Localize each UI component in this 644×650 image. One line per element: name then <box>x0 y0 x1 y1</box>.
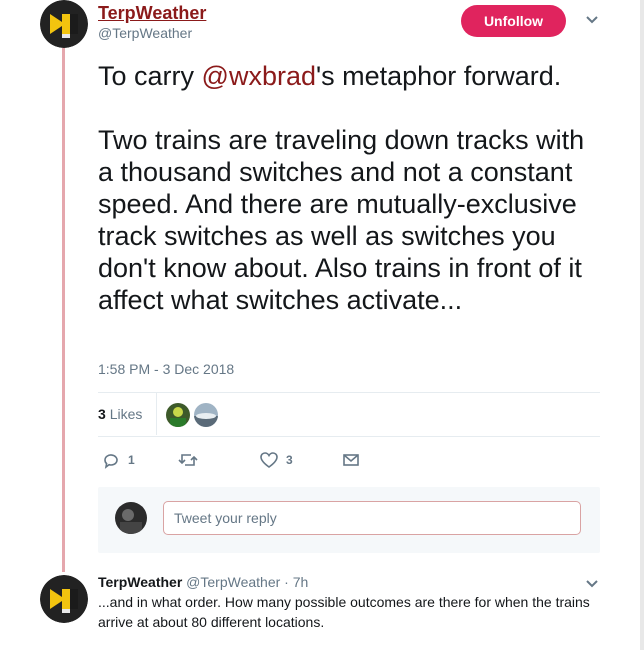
retweet-action[interactable] <box>178 451 206 469</box>
tweet-actions: 1 3 <box>98 451 398 475</box>
chevron-down-icon[interactable] <box>585 578 599 592</box>
terpweather-logo-icon <box>40 575 88 623</box>
divider <box>98 392 600 393</box>
liker-avatar[interactable] <box>194 403 218 427</box>
divider <box>98 436 600 437</box>
terpweather-logo-icon <box>40 0 88 48</box>
direct-message-action[interactable] <box>342 451 360 469</box>
likes-count: 3 <box>98 406 106 422</box>
likes-label: Likes <box>109 406 143 422</box>
tweet-text: To carry @wxbrad's metaphor forward. Two… <box>98 60 598 316</box>
author-name[interactable]: TerpWeather <box>98 3 206 24</box>
like-count: 3 <box>286 453 293 467</box>
retweet-icon <box>178 454 198 466</box>
reply-count: 1 <box>128 453 135 467</box>
tweet-text-before: To carry <box>98 61 202 91</box>
current-user-avatar[interactable] <box>115 502 147 534</box>
like-action[interactable]: 3 <box>260 451 293 469</box>
author-handle[interactable]: @TerpWeather <box>98 25 192 41</box>
thread-connector-line <box>62 48 65 572</box>
mention-link[interactable]: @wxbrad <box>202 61 316 91</box>
unfollow-button[interactable]: Unfollow <box>461 5 566 37</box>
heart-icon <box>260 452 278 468</box>
likes-separator <box>156 393 157 435</box>
reply-action[interactable]: 1 <box>102 451 135 469</box>
chevron-down-icon[interactable] <box>585 14 599 28</box>
author-avatar[interactable] <box>40 0 88 48</box>
reply-input[interactable]: Tweet your reply <box>163 501 581 535</box>
tweet-timestamp[interactable]: 1:58 PM - 3 Dec 2018 <box>98 361 234 377</box>
tweet-text-after: 's metaphor forward. Two trains are trav… <box>98 61 585 315</box>
likes-stat[interactable]: 3 Likes <box>98 406 142 422</box>
reply-author-name[interactable]: TerpWeather <box>98 574 182 590</box>
envelope-icon <box>343 454 359 466</box>
reply-icon <box>104 454 118 469</box>
reply-composer: Tweet your reply <box>98 487 600 553</box>
reply-text: ...and in what order. How many possible … <box>98 594 590 630</box>
reply-age[interactable]: · 7h <box>284 574 308 590</box>
reply-author-avatar[interactable] <box>40 575 88 623</box>
window-edge <box>640 0 644 650</box>
reply-header: TerpWeather @TerpWeather · 7h <box>98 574 308 590</box>
liker-avatar[interactable] <box>166 403 190 427</box>
reply-author-handle[interactable]: @TerpWeather <box>186 574 280 590</box>
